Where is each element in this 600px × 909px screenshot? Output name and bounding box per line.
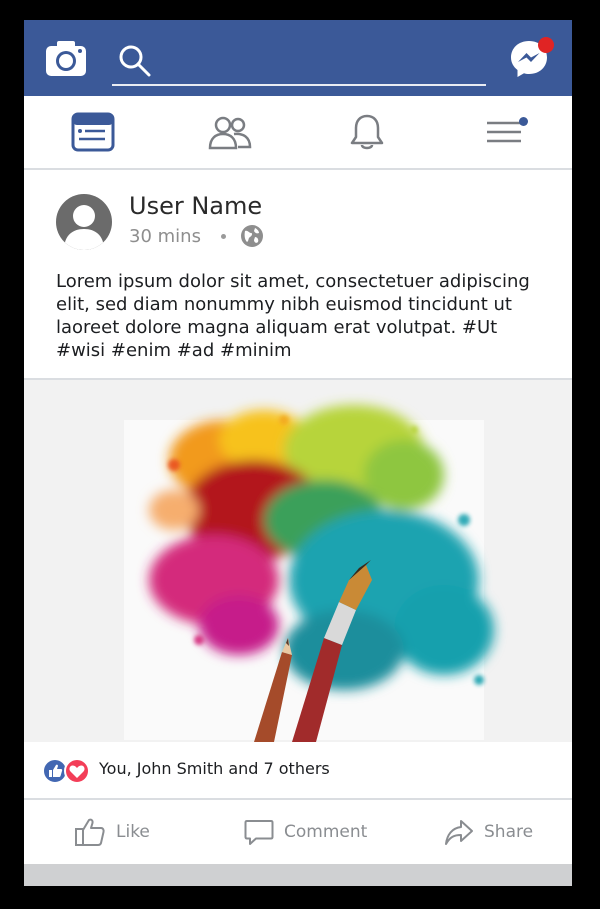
post-text: Lorem ipsum dolor sit amet, consectetuer… <box>56 271 530 361</box>
user-name[interactable]: User Name <box>129 192 262 220</box>
love-reaction-icon <box>64 758 90 784</box>
like-icon <box>75 818 105 846</box>
avatar[interactable] <box>56 194 112 250</box>
share-label: Share <box>484 822 534 842</box>
tab-friends[interactable] <box>161 96 298 168</box>
bell-icon <box>350 114 383 150</box>
nav-bar <box>24 96 572 170</box>
like-label: Like <box>116 822 150 842</box>
globe-icon[interactable] <box>240 224 264 248</box>
reactions-bar[interactable]: You, John Smith and 7 others <box>24 742 572 800</box>
search-bar[interactable] <box>112 38 486 86</box>
friends-icon <box>208 116 251 150</box>
search-icon[interactable] <box>118 44 152 78</box>
menu-notification-dot <box>519 117 528 126</box>
like-button[interactable]: Like <box>74 800 150 864</box>
tab-notifications[interactable] <box>298 96 435 168</box>
bottom-strip <box>24 864 572 886</box>
share-button[interactable]: Share <box>444 800 533 864</box>
post-header: User Name 30 mins <box>24 170 572 260</box>
comment-label: Comment <box>284 822 368 842</box>
post-actions: Like Comment Share <box>24 800 572 864</box>
separator-dot <box>221 234 226 239</box>
post-image[interactable] <box>24 380 572 742</box>
share-icon <box>445 820 473 845</box>
comment-button[interactable]: Comment <box>244 800 367 864</box>
phone-frame: User Name 30 mins Lorem ipsum dolor sit … <box>24 20 572 886</box>
tab-menu[interactable] <box>435 96 572 168</box>
post-time: 30 mins <box>129 226 201 247</box>
tab-news-feed[interactable] <box>24 96 161 168</box>
menu-icon <box>486 121 521 143</box>
reaction-summary[interactable]: You, John Smith and 7 others <box>99 759 330 778</box>
search-input[interactable] <box>160 46 484 78</box>
comment-icon <box>244 820 274 845</box>
top-bar <box>24 20 572 96</box>
news-feed-icon <box>71 112 114 152</box>
camera-icon[interactable] <box>44 40 88 78</box>
notification-badge <box>538 37 554 53</box>
search-underline <box>112 84 486 86</box>
